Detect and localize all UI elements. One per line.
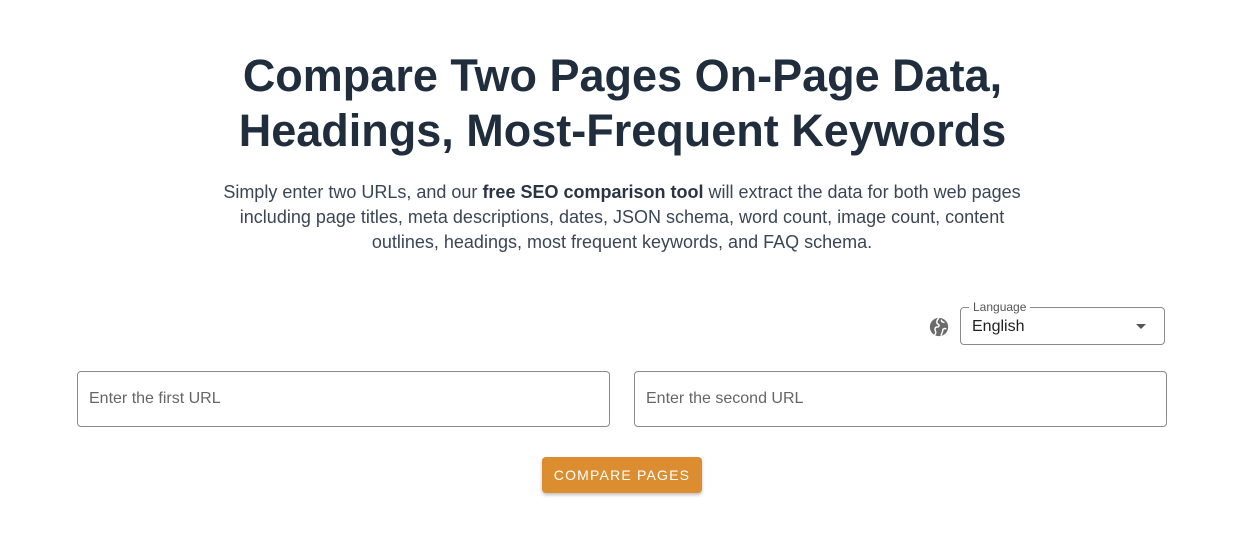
description-bold-text: free SEO comparison tool xyxy=(482,182,704,202)
page: Compare Two Pages On-Page Data, Headings… xyxy=(0,0,1257,553)
globe-icon xyxy=(928,316,950,338)
first-url-input[interactable] xyxy=(77,371,610,427)
language-selected-value: English xyxy=(972,318,1025,335)
page-title-line-1: Compare Two Pages On-Page Data, xyxy=(242,50,1003,101)
page-title: Compare Two Pages On-Page Data, Headings… xyxy=(0,48,1245,158)
description-text-1: Simply enter two URLs, and our xyxy=(223,182,483,202)
second-url-input[interactable] xyxy=(634,371,1167,427)
compare-pages-button[interactable]: COMPARE PAGES xyxy=(542,457,702,493)
page-title-line-2: Headings, Most-Frequent Keywords xyxy=(238,105,1007,156)
page-description: Simply enter two URLs, and our free SEO … xyxy=(222,180,1022,255)
language-select[interactable]: Language English xyxy=(960,300,1165,345)
dropdown-arrow-icon xyxy=(1136,324,1146,329)
language-label: Language xyxy=(969,300,1031,314)
